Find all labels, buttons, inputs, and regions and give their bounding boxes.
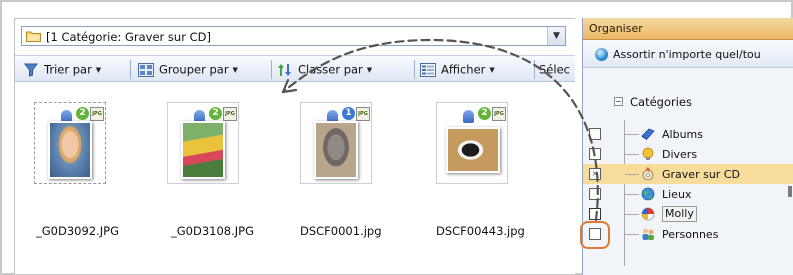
molly-icon [641, 207, 655, 221]
view-label: Afficher [441, 62, 486, 77]
toolbar-divider [534, 60, 535, 79]
thumbnail-filename: DSCF0001.jpg [300, 224, 382, 238]
tree-connector [625, 214, 639, 215]
order-button[interactable]: Classer par ▼ [277, 62, 372, 78]
category-row-graver-sur-cd[interactable]: × Graver sur CD [583, 164, 793, 184]
group-button[interactable]: Grouper par ▼ [138, 62, 238, 78]
category-checkbox[interactable] [589, 188, 601, 200]
jpg-format-icon: JPG [90, 107, 104, 121]
photo-cat-in-box [446, 127, 500, 173]
category-row-albums[interactable]: Albums [583, 124, 793, 144]
chevron-down-icon: ▼ [232, 65, 238, 74]
match-globe-icon [595, 48, 608, 61]
match-label: Assortir n'importe quel/tou [613, 48, 761, 61]
path-dropdown-button[interactable]: ▼ [547, 27, 565, 45]
tree-connector [625, 234, 639, 235]
thumbnail-filename: DSCF00443.jpg [436, 224, 525, 238]
group-label: Grouper par [159, 62, 229, 77]
view-button[interactable]: Afficher ▼ [420, 62, 495, 78]
path-text: [1 Catégorie: Graver sur CD] [46, 30, 211, 44]
photo-browser-panel: [1 Catégorie: Graver sur CD] ▼ Trier par… [14, 18, 575, 274]
category-label: Graver sur CD [662, 168, 740, 181]
organiser-header: Organiser [583, 18, 793, 40]
jpg-format-icon: JPG [492, 107, 506, 121]
tag-drop-icon [463, 110, 474, 123]
category-count-badge: 2 [478, 107, 491, 120]
thumbnail-filename: _G0D3092.JPG [36, 224, 119, 238]
category-count-badge: 2 [209, 107, 222, 120]
divers-icon [642, 147, 654, 160]
view-icon [420, 62, 436, 77]
sort-label: Trier par [44, 62, 92, 77]
albums-icon [641, 128, 655, 140]
order-label: Classer par [298, 62, 363, 77]
thumbnail-frame: 2 JPG [34, 102, 106, 184]
category-count-badge: 1 [342, 107, 355, 120]
category-label: Molly [662, 206, 697, 222]
photo-grey-cat [314, 121, 358, 179]
category-count-badge: 2 [76, 107, 89, 120]
category-checkbox[interactable]: × [589, 168, 601, 180]
chevron-down-icon: ▼ [95, 65, 102, 74]
group-icon [138, 62, 154, 77]
select-button[interactable]: Sélec [539, 62, 575, 78]
toolbar-divider [414, 60, 415, 79]
match-any-all-control[interactable]: Assortir n'importe quel/tou [583, 40, 793, 68]
category-row-lieux[interactable]: Lieux [583, 184, 793, 204]
category-checkbox[interactable] [589, 208, 601, 220]
categories-heading: Catégories [630, 95, 692, 109]
category-row-personnes[interactable]: Personnes [583, 224, 793, 244]
tree-connector [625, 154, 639, 155]
sort-button[interactable]: Trier par ▼ [23, 62, 101, 78]
people-icon [642, 228, 654, 240]
categories-tree: − Catégories Albums Divers × Graver sur … [583, 68, 793, 275]
category-label: Divers [662, 148, 698, 161]
tree-connector [625, 194, 639, 195]
toolbar: Trier par▼ Grouper par▼ Classer par▼ [15, 55, 575, 82]
focus-highlight-ring [580, 221, 610, 249]
thumbnail-frame: 1 JPG [300, 102, 372, 184]
category-checkbox[interactable] [589, 148, 601, 160]
thumbnail-frame: 2 JPG [436, 102, 508, 184]
tree-connector [625, 174, 639, 175]
path-bar[interactable]: [1 Catégorie: Graver sur CD] ▼ [21, 26, 566, 46]
burn-cd-icon [642, 167, 654, 181]
category-label: Albums [662, 128, 703, 141]
chevron-down-icon: ▼ [366, 65, 373, 74]
photo-child-playing [181, 121, 225, 179]
tree-connector [625, 134, 639, 135]
category-row-divers[interactable]: Divers [583, 144, 793, 164]
organiser-panel: Organiser Assortir n'importe quel/tou − … [582, 18, 793, 275]
thumbnail-filename: _G0D3108.JPG [171, 224, 254, 238]
category-row-molly[interactable]: Molly [583, 204, 793, 224]
organiser-title: Organiser [589, 22, 643, 35]
folder-icon [26, 31, 41, 42]
sort-icon [24, 63, 38, 77]
jpg-format-icon: JPG [223, 107, 237, 121]
category-checkbox[interactable] [589, 128, 601, 140]
toolbar-divider [130, 60, 131, 79]
toolbar-divider [271, 60, 272, 79]
places-icon [641, 187, 655, 201]
category-label: Personnes [662, 228, 719, 241]
chevron-down-icon: ▼ [489, 65, 495, 74]
select-label: Sélec [539, 62, 570, 77]
thumbnail-frame: 2 JPG [167, 102, 239, 184]
category-label: Lieux [662, 188, 692, 201]
order-icon [278, 63, 291, 76]
collapse-toggle[interactable]: − [614, 97, 623, 106]
photo-child-portrait [48, 121, 92, 179]
jpg-format-icon: JPG [356, 107, 370, 121]
